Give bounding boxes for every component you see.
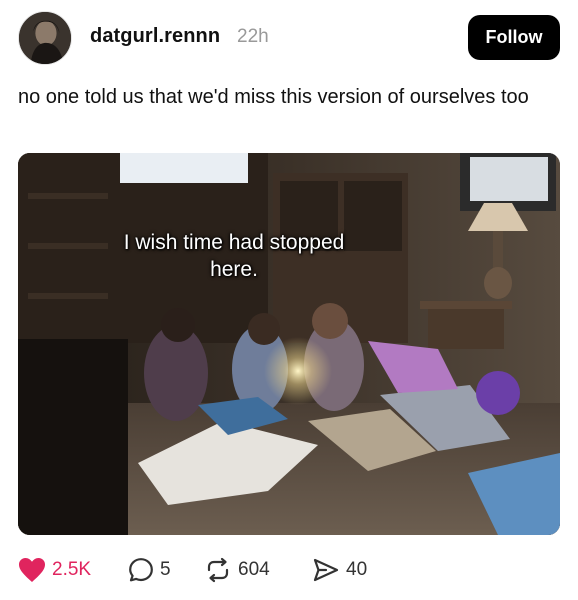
repost-icon xyxy=(207,557,229,583)
follow-button[interactable]: Follow xyxy=(468,15,560,60)
post-caption: no one told us that we'd miss this versi… xyxy=(18,86,529,108)
sleepover-photo xyxy=(18,153,560,535)
share-count: 40 xyxy=(346,559,368,580)
post-timestamp: 22h xyxy=(237,26,269,47)
avatar-image xyxy=(19,12,71,64)
heart-icon xyxy=(19,558,45,582)
avatar[interactable] xyxy=(18,11,72,65)
action-bar: 2.5K 5 604 40 xyxy=(0,550,578,590)
post-header: datgurl.rennn 22h Follow xyxy=(0,0,578,76)
comment-count: 5 xyxy=(160,559,171,580)
username[interactable]: datgurl.rennn xyxy=(90,25,220,48)
like-button[interactable]: 2.5K xyxy=(18,550,91,590)
image-overlay-text: I wish time had stopped here. xyxy=(123,231,345,281)
like-count: 2.5K xyxy=(52,559,92,580)
share-icon xyxy=(313,558,339,582)
post-image[interactable]: I wish time had stopped here. xyxy=(18,153,560,535)
comment-button[interactable]: 5 xyxy=(128,550,171,590)
share-button[interactable]: 40 xyxy=(312,550,367,590)
comment-icon xyxy=(129,558,153,582)
repost-count: 604 xyxy=(238,559,270,580)
repost-button[interactable]: 604 xyxy=(204,550,270,590)
